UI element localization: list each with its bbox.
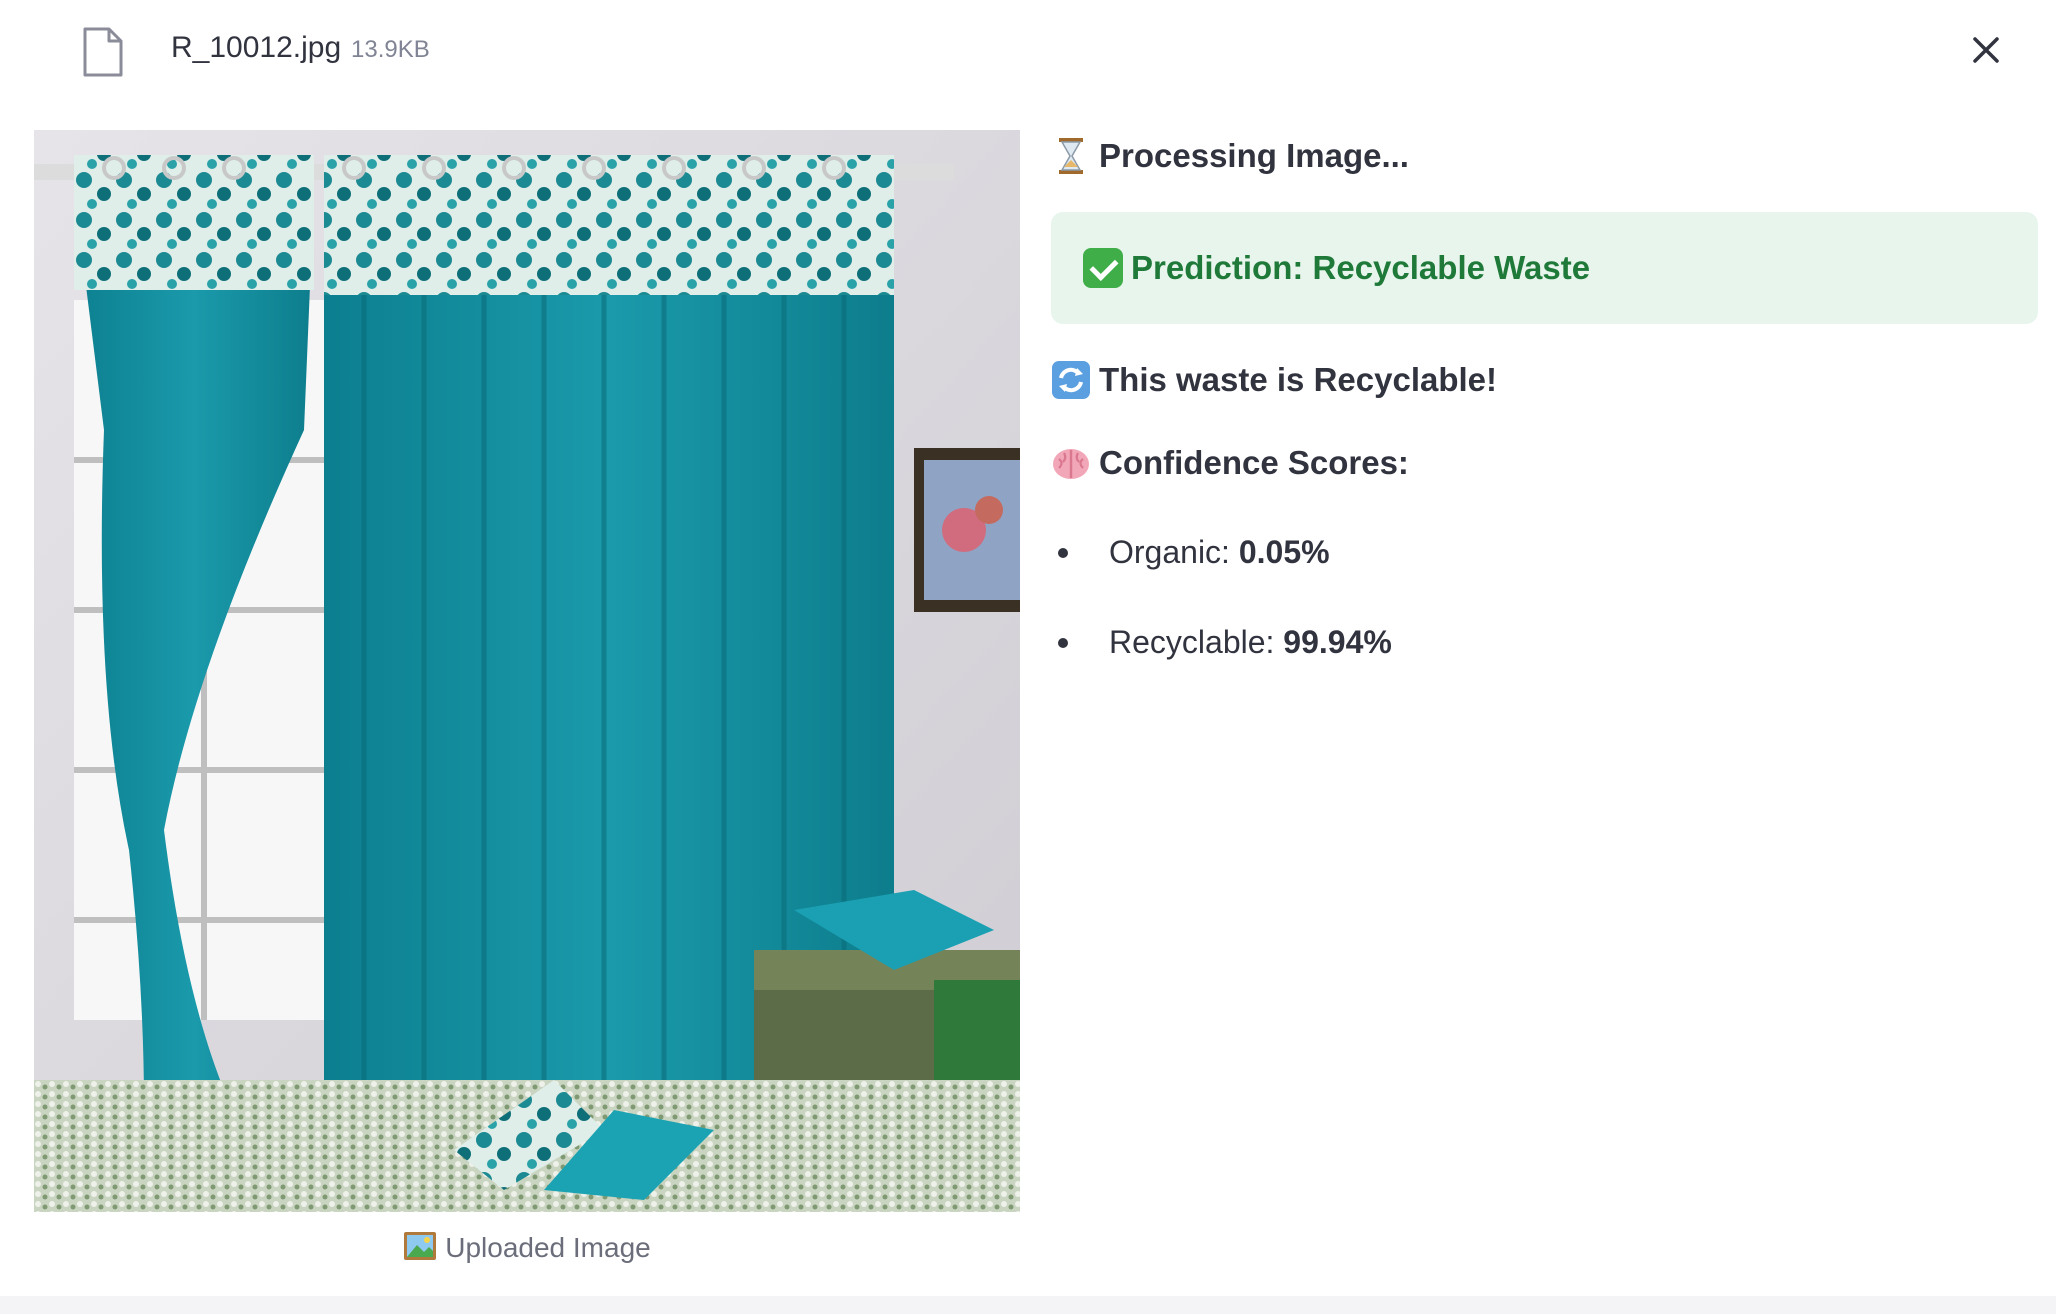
image-caption: Uploaded Image [0, 1228, 1054, 1268]
caption-text: Uploaded Image [445, 1232, 651, 1263]
recycle-arrows-icon [1052, 361, 1090, 399]
hourglass-icon [1059, 138, 1083, 174]
score-value-recyclable: 99.94% [1283, 624, 1392, 660]
brain-icon [1053, 449, 1089, 479]
recyclable-text: This waste is Recyclable! [1099, 361, 1498, 398]
uploaded-file-row: R_10012.jpg 13.9KB [0, 0, 2056, 100]
confidence-heading: Confidence Scores: [1051, 441, 1409, 485]
recyclable-heading: This waste is Recyclable! [1051, 358, 1497, 402]
prediction-text: Prediction: Recyclable Waste [1131, 249, 1591, 286]
app-page: R_10012.jpg 13.9KB Uploaded Image Proces… [0, 0, 2056, 1314]
close-icon[interactable] [1966, 30, 2006, 70]
framed-picture-icon [404, 1232, 437, 1260]
prediction-alert: Prediction: Recyclable Waste [1051, 212, 2038, 324]
bullet-dot [1058, 548, 1068, 558]
processing-heading: Processing Image... [1051, 134, 1409, 178]
score-label-organic: Organic: [1109, 534, 1239, 570]
confidence-text: Confidence Scores: [1099, 444, 1409, 481]
check-mark-icon [1083, 248, 1123, 288]
file-name: R_10012.jpg [171, 31, 342, 64]
bottom-band [0, 1296, 2056, 1314]
uploaded-image [34, 130, 1020, 1212]
file-icon [83, 27, 123, 77]
bullet-dot [1058, 638, 1068, 648]
score-label-recyclable: Recyclable: [1109, 624, 1284, 660]
processing-text: Processing Image... [1099, 137, 1409, 174]
score-value-organic: 0.05% [1238, 534, 1330, 570]
file-size: 13.9KB [351, 36, 430, 63]
